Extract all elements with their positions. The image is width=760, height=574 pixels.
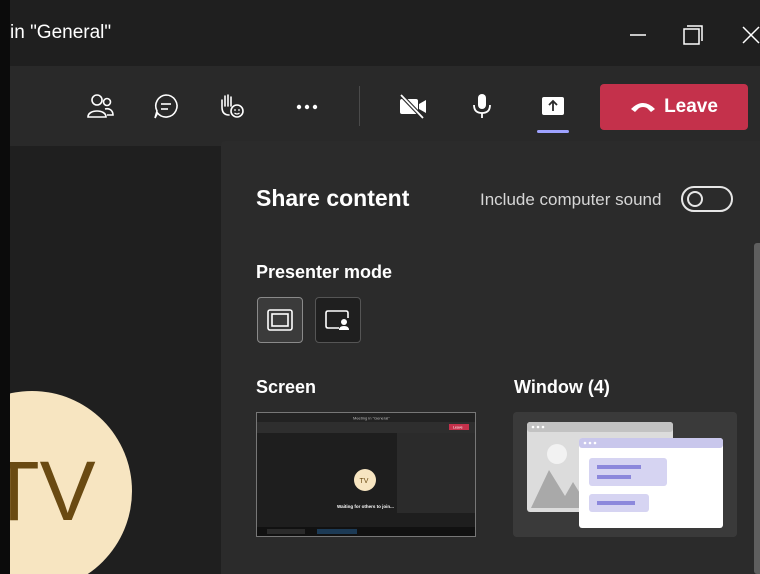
toggle-knob: [687, 191, 703, 207]
share-button[interactable]: [533, 86, 573, 126]
thumb-leave: Leave: [453, 426, 463, 430]
share-content-panel: Share content Include computer sound Pre…: [221, 141, 760, 574]
meeting-toolbar: Leave: [10, 66, 760, 146]
presenter-mode-heading: Presenter mode: [256, 262, 393, 282]
share-active-indicator: [537, 130, 569, 133]
window-illustration: [513, 412, 737, 537]
close-icon[interactable]: [736, 20, 760, 50]
toolbar-separator: [359, 86, 360, 126]
people-button[interactable]: [80, 86, 120, 126]
more-actions-button[interactable]: [287, 86, 327, 126]
computer-sound-toggle[interactable]: [681, 186, 733, 212]
meeting-stage: TV: [10, 146, 220, 574]
more-icon: [296, 104, 318, 110]
chat-icon: [154, 94, 178, 119]
share-content-title: Share content: [256, 185, 410, 211]
raise-hand-button[interactable]: [211, 86, 251, 126]
standout-icon: [325, 310, 349, 330]
screen-share-thumbnail[interactable]: Meeting in "General" Leave TV Waiting fo…: [256, 412, 476, 537]
computer-sound-label: Include computer sound: [480, 190, 662, 209]
maximize-icon[interactable]: [677, 20, 707, 50]
leave-button[interactable]: Leave: [600, 84, 748, 130]
chat-button[interactable]: [146, 86, 186, 126]
thumb-initials: TV: [360, 478, 369, 485]
content-only-mode-button[interactable]: [257, 297, 303, 343]
share-icon: [542, 97, 564, 115]
window-title: in "General": [10, 22, 112, 43]
standout-mode-button[interactable]: [315, 297, 361, 343]
participant-avatar: TV: [10, 391, 132, 574]
window-share-thumbnail[interactable]: [513, 412, 737, 537]
window-heading: Window (4): [514, 377, 610, 397]
leave-label: Leave: [664, 96, 718, 117]
panel-scrollbar[interactable]: [754, 243, 760, 574]
hand-icon: [221, 94, 244, 118]
teams-meeting-window: in "General" Leave TV Share content Incl…: [10, 0, 760, 574]
screen-preview: Meeting in "General" Leave TV Waiting fo…: [257, 413, 475, 536]
people-icon: [87, 94, 114, 118]
thumb-waiting: Waiting for others to join...: [337, 504, 394, 509]
camera-button[interactable]: [393, 86, 433, 126]
content-only-icon: [267, 309, 293, 331]
camera-off-icon: [399, 93, 426, 120]
phone-hangup-icon: [631, 103, 656, 112]
screen-heading: Screen: [256, 377, 317, 397]
microphone-icon: [473, 94, 491, 118]
mic-button[interactable]: [462, 86, 502, 126]
minimize-icon[interactable]: [623, 20, 653, 50]
thumb-title: Meeting in "General": [353, 416, 390, 421]
title-bar: in "General": [10, 0, 760, 66]
